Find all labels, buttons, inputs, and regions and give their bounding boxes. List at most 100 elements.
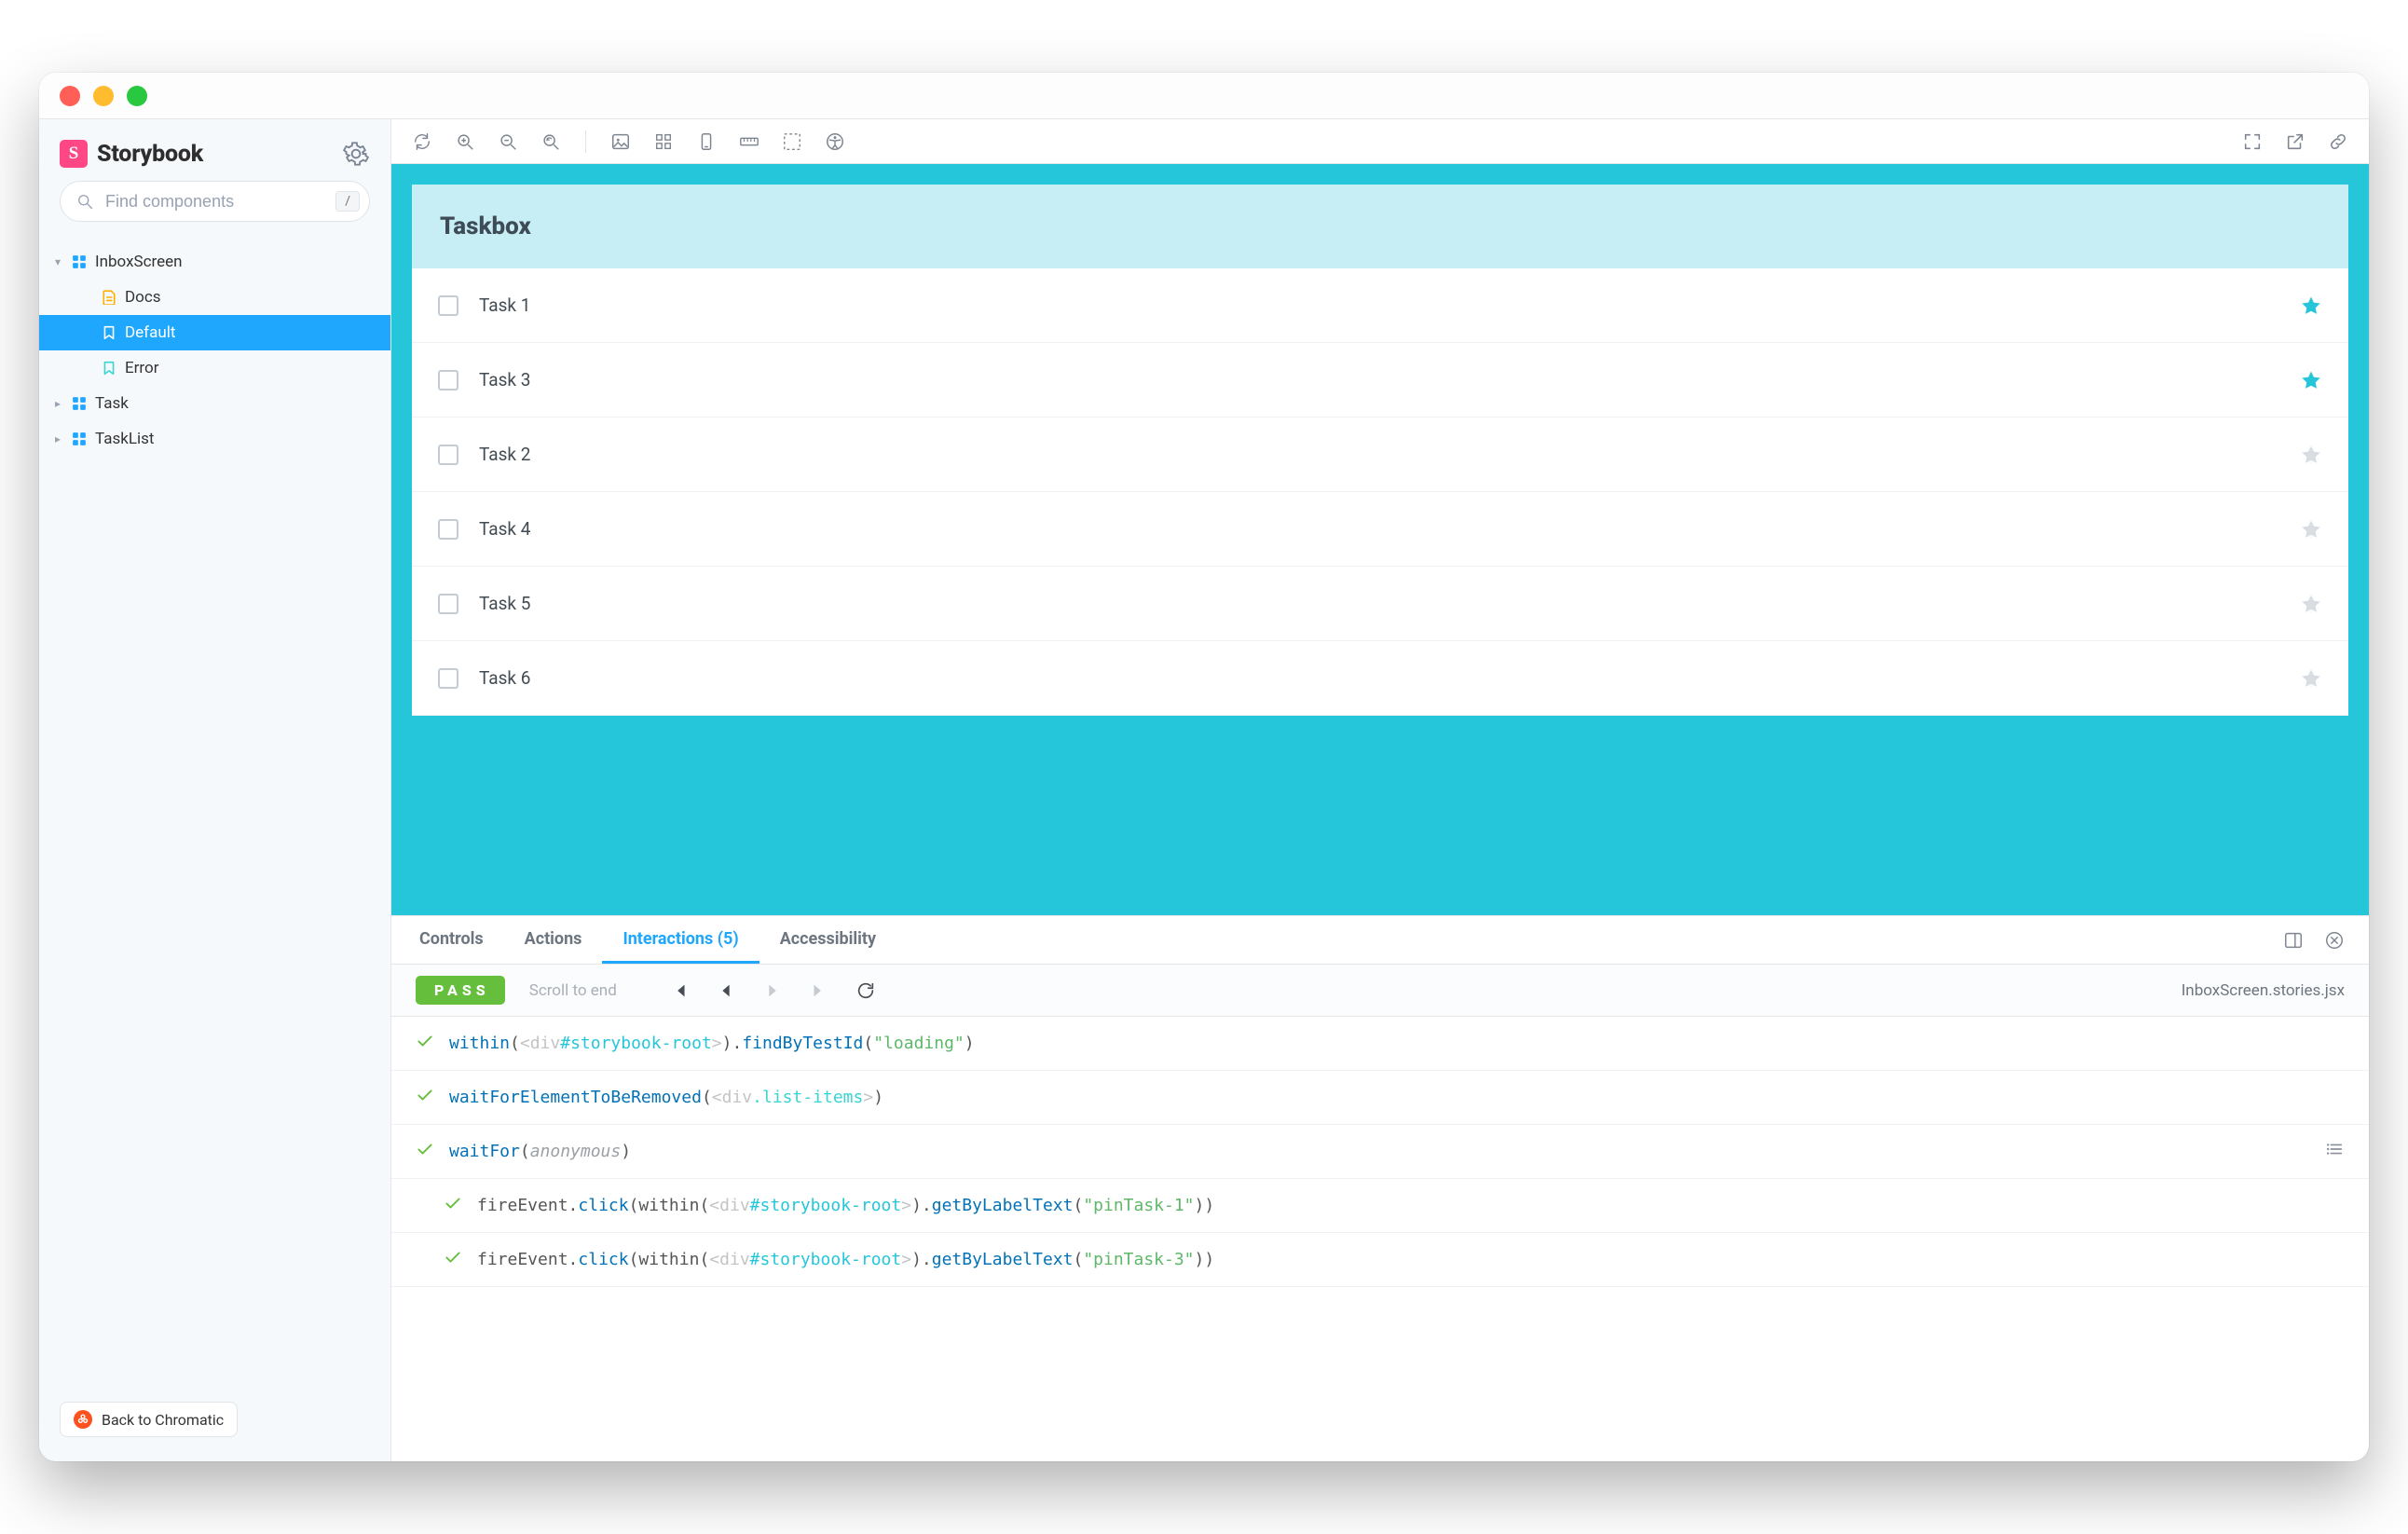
tree-item-docs[interactable]: Docs — [39, 280, 390, 315]
app-logo[interactable]: S Storybook — [60, 140, 203, 168]
addon-orientation-button[interactable] — [2281, 928, 2305, 952]
next-icon — [762, 980, 783, 1001]
search-input[interactable] — [103, 191, 326, 212]
skip-back-icon — [669, 980, 690, 1001]
interaction-row[interactable]: waitForElementToBeRemoved(<div.list-item… — [391, 1071, 2369, 1125]
task-pin-button[interactable] — [2300, 294, 2322, 317]
task-checkbox[interactable] — [438, 668, 458, 689]
tree-item-tasklist[interactable]: ▸TaskList — [39, 421, 390, 457]
fullscreen-button[interactable] — [2240, 130, 2264, 154]
remount-button[interactable] — [410, 130, 434, 154]
task-row: Task 5 — [412, 567, 2348, 641]
expand-interaction-button[interactable] — [2324, 1139, 2345, 1164]
interaction-row[interactable]: fireEvent.click(within(<div#storybook-ro… — [391, 1179, 2369, 1233]
window-titlebar — [39, 73, 2369, 119]
tab-accessibility[interactable]: Accessibility — [759, 916, 896, 964]
chromatic-logo-icon — [74, 1410, 92, 1429]
navigation-tree: ▾InboxScreen Docs Default Error ▸Task▸TaskLi… — [39, 240, 390, 460]
interaction-row[interactable]: waitFor(anonymous) — [391, 1125, 2369, 1179]
interaction-row[interactable]: fireEvent.click(within(<div#storybook-ro… — [391, 1233, 2369, 1287]
toolbar-separator — [585, 130, 586, 153]
task-pin-button[interactable] — [2300, 444, 2322, 466]
interaction-code: fireEvent.click(within(<div#storybook-ro… — [477, 1250, 1214, 1269]
task-checkbox[interactable] — [438, 370, 458, 390]
zoom-in-button[interactable] — [453, 130, 477, 154]
task-pin-button[interactable] — [2300, 593, 2322, 615]
viewport-button[interactable] — [694, 130, 718, 154]
open-canvas-button[interactable] — [2283, 130, 2307, 154]
story-file-label: InboxScreen.stories.jsx — [2182, 981, 2345, 1000]
star-icon — [2300, 444, 2322, 466]
tree-item-default[interactable]: Default — [39, 315, 390, 350]
go-to-end-button[interactable] — [807, 979, 831, 1003]
sidebar: S Storybook / ▾InboxScreen Docs Default Err… — [39, 119, 391, 1461]
grid-icon — [653, 131, 674, 152]
link-icon — [2328, 131, 2348, 152]
refresh-icon — [412, 131, 432, 152]
task-pin-button[interactable] — [2300, 667, 2322, 690]
step-forward-button[interactable] — [760, 979, 785, 1003]
tree-item-label: Error — [125, 359, 158, 377]
addon-close-button[interactable] — [2322, 928, 2346, 952]
background-button[interactable] — [609, 130, 633, 154]
task-row: Task 6 — [412, 641, 2348, 716]
reload-icon — [855, 980, 876, 1001]
close-icon — [2324, 930, 2345, 951]
caret-icon: ▸ — [52, 432, 63, 445]
tree-item-inboxscreen[interactable]: ▾InboxScreen — [39, 244, 390, 280]
interaction-status-icon — [416, 1140, 434, 1163]
scroll-to-end-button[interactable]: Scroll to end — [529, 981, 617, 1000]
task-pin-button[interactable] — [2300, 518, 2322, 541]
task-row: Task 1 — [412, 268, 2348, 343]
addons-panel: ControlsActionsInteractions (5)Accessibi… — [391, 915, 2369, 1461]
measure-button[interactable] — [737, 130, 761, 154]
task-row: Task 2 — [412, 418, 2348, 492]
docs-icon — [101, 289, 117, 306]
window-fullscreen-icon[interactable] — [127, 86, 147, 106]
task-row: Task 4 — [412, 492, 2348, 567]
copy-link-button[interactable] — [2326, 130, 2350, 154]
task-pin-button[interactable] — [2300, 369, 2322, 391]
star-icon — [2300, 518, 2322, 541]
settings-button[interactable] — [342, 140, 370, 168]
step-back-button[interactable] — [714, 979, 738, 1003]
tab-controls[interactable]: Controls — [399, 916, 504, 964]
window-minimize-icon[interactable] — [93, 86, 114, 106]
task-checkbox[interactable] — [438, 594, 458, 614]
star-icon — [2300, 593, 2322, 615]
preview-canvas: Taskbox Task 1 Task 3 Task 2 Task 4 — [391, 164, 2369, 915]
task-checkbox[interactable] — [438, 519, 458, 540]
tree-item-task[interactable]: ▸Task — [39, 386, 390, 421]
back-to-chromatic-button[interactable]: Back to Chromatic — [60, 1402, 238, 1437]
tree-item-label: Default — [125, 323, 175, 342]
search-input-wrapper[interactable]: / — [60, 181, 370, 222]
tree-item-label: Docs — [125, 288, 161, 307]
tab-actions[interactable]: Actions — [504, 916, 603, 964]
task-checkbox[interactable] — [438, 445, 458, 465]
window-close-icon[interactable] — [60, 86, 80, 106]
tree-item-error[interactable]: Error — [39, 350, 390, 386]
interaction-status-icon — [444, 1194, 462, 1217]
grid-button[interactable] — [651, 130, 676, 154]
a11y-button[interactable] — [823, 130, 847, 154]
taskbox-title: Taskbox — [440, 212, 2320, 240]
star-icon — [2300, 667, 2322, 690]
component-icon — [71, 431, 88, 447]
zoom-reset-button[interactable] — [539, 130, 563, 154]
outline-button[interactable] — [780, 130, 804, 154]
measure-icon — [739, 131, 759, 152]
zoom-reset-icon — [540, 131, 561, 152]
replay-button[interactable] — [854, 979, 878, 1003]
a11y-icon — [825, 131, 845, 152]
interaction-controls: PASS Scroll to end InboxScreen.stories.j… — [391, 965, 2369, 1017]
interaction-list: within(<div#storybook-root>).findByTestI… — [391, 1017, 2369, 1461]
go-to-start-button[interactable] — [667, 979, 691, 1003]
zoom-out-button[interactable] — [496, 130, 520, 154]
tab-interactions-5[interactable]: Interactions (5) — [602, 916, 759, 964]
interaction-status-icon — [416, 1086, 434, 1109]
task-checkbox[interactable] — [438, 295, 458, 316]
image-icon — [610, 131, 631, 152]
side-panel-icon — [2283, 930, 2304, 951]
interaction-row[interactable]: within(<div#storybook-root>).findByTestI… — [391, 1017, 2369, 1071]
interaction-status-icon — [444, 1248, 462, 1271]
